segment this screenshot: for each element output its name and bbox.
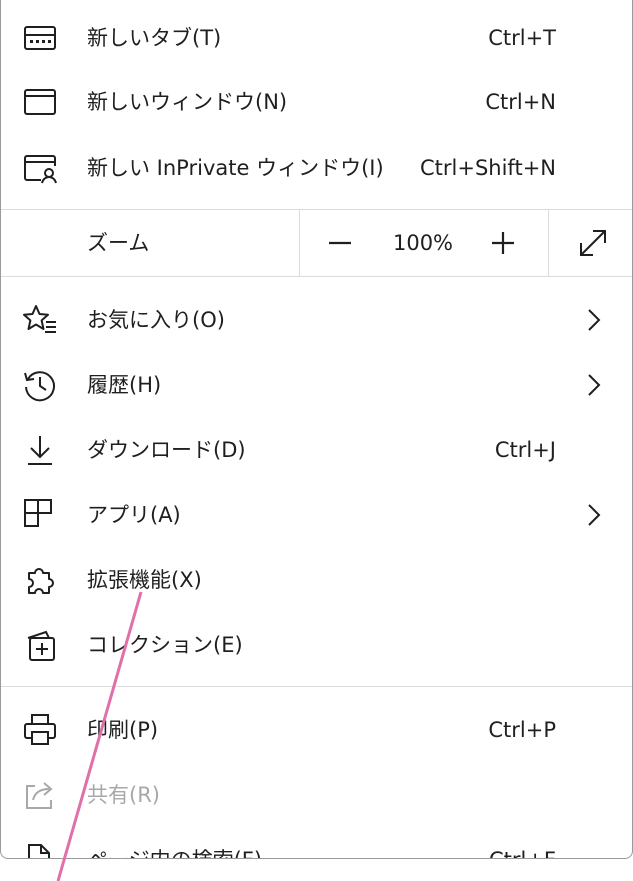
menu-item-new-inprivate[interactable]: 新しい InPrivate ウィンドウ(I) Ctrl+Shift+N: [1, 136, 632, 200]
plus-icon: [492, 232, 514, 254]
new-window-icon: [21, 83, 59, 121]
menu-item-label: 新しいウィンドウ(N): [87, 90, 288, 114]
menu-item-shortcut: Ctrl+J: [494, 438, 556, 462]
menu-item-label: 印刷(P): [87, 718, 159, 742]
zoom-level: 100%: [392, 231, 454, 255]
chevron-right-icon: [581, 307, 607, 333]
menu-item-label: お気に入り(O): [87, 308, 225, 332]
zoom-in-button[interactable]: [486, 226, 520, 260]
menu-item-label: 新しいタブ(T): [87, 26, 222, 50]
fullscreen-icon: [580, 230, 606, 256]
divider: [299, 210, 300, 276]
menu-item-history[interactable]: 履歴(H): [1, 353, 632, 417]
favorites-icon: [21, 301, 59, 339]
menu-item-apps[interactable]: アプリ(A): [1, 483, 632, 547]
extensions-icon: [21, 561, 59, 599]
minus-icon: [329, 241, 351, 245]
menu-item-label: ダウンロード(D): [87, 438, 246, 462]
menu-item-label: ページ内の検索(F): [87, 828, 262, 858]
divider: [548, 210, 549, 276]
menu-item-extensions[interactable]: 拡張機能(X): [1, 548, 632, 612]
chevron-right-icon: [581, 502, 607, 528]
find-icon: [21, 841, 59, 858]
menu-item-label: 新しい InPrivate ウィンドウ(I): [87, 156, 384, 180]
menu-item-label: 履歴(H): [87, 373, 162, 397]
menu-item-new-window[interactable]: 新しいウィンドウ(N) Ctrl+N: [1, 70, 632, 134]
print-icon: [21, 711, 59, 749]
browser-settings-menu: 新しいタブ(T) Ctrl+T 新しいウィンドウ(N) Ctrl+N 新しい I…: [0, 0, 633, 859]
zoom-label: ズーム: [87, 231, 150, 255]
download-icon: [21, 431, 59, 469]
menu-item-shortcut: Ctrl+F: [489, 828, 556, 858]
inprivate-icon: [21, 149, 59, 187]
collections-icon: [21, 626, 59, 664]
new-tab-icon: [21, 19, 59, 57]
separator: [1, 276, 632, 277]
menu-item-new-tab[interactable]: 新しいタブ(T) Ctrl+T: [1, 6, 632, 70]
menu-item-downloads[interactable]: ダウンロード(D) Ctrl+J: [1, 418, 632, 482]
menu-item-label: コレクション(E): [87, 633, 243, 657]
menu-item-share: 共有(R): [1, 763, 632, 827]
menu-item-collections[interactable]: コレクション(E): [1, 613, 632, 677]
menu-item-shortcut: Ctrl+P: [488, 718, 556, 742]
separator: [1, 686, 632, 687]
menu-item-label: 拡張機能(X): [87, 568, 202, 592]
menu-item-shortcut: Ctrl+N: [485, 90, 556, 114]
fullscreen-button[interactable]: [576, 226, 610, 260]
menu-item-find-on-page[interactable]: ページ内の検索(F) Ctrl+F: [1, 828, 632, 858]
chevron-right-icon: [581, 372, 607, 398]
history-icon: [21, 366, 59, 404]
menu-item-shortcut: Ctrl+Shift+N: [420, 156, 556, 180]
zoom-out-button[interactable]: [323, 226, 357, 260]
menu-item-label: 共有(R): [87, 783, 160, 807]
menu-item-shortcut: Ctrl+T: [488, 26, 556, 50]
menu-item-favorites[interactable]: お気に入り(O): [1, 288, 632, 352]
share-icon: [21, 776, 59, 814]
menu-item-label: アプリ(A): [87, 503, 181, 527]
zoom-row: ズーム 100%: [1, 210, 632, 276]
menu-item-print[interactable]: 印刷(P) Ctrl+P: [1, 698, 632, 762]
apps-icon: [21, 496, 59, 534]
